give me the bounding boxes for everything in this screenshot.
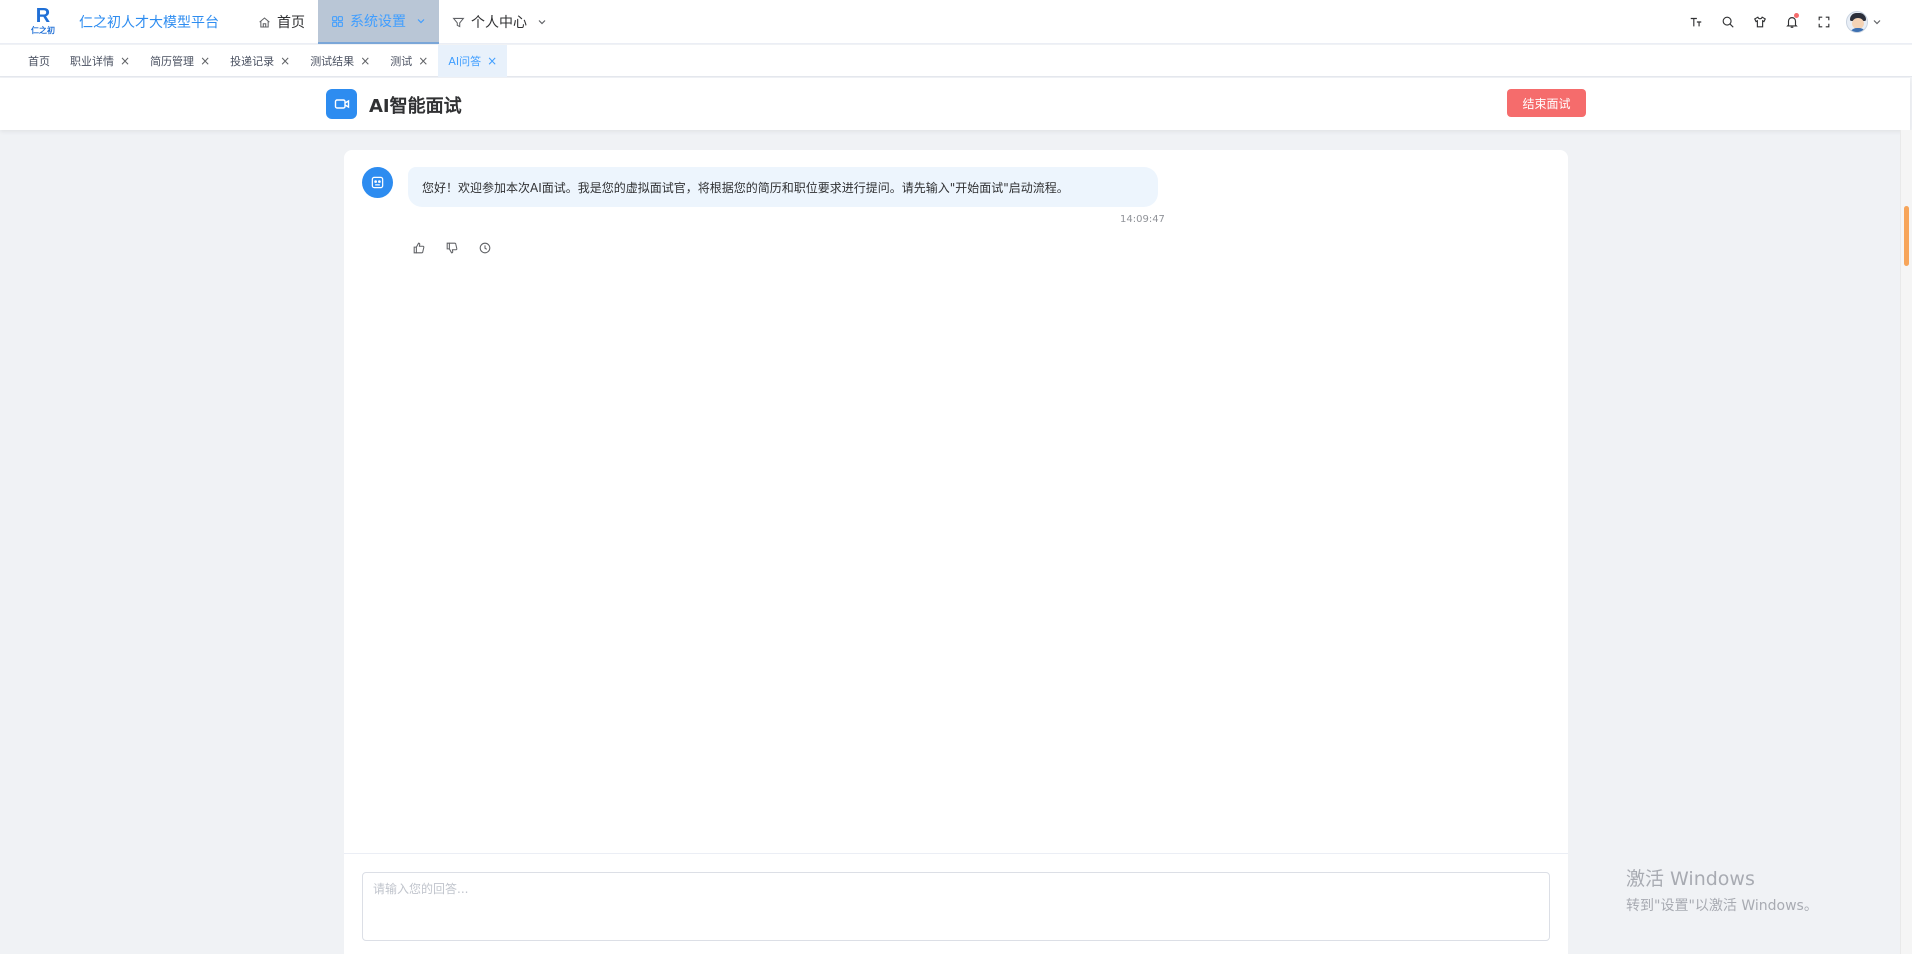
menu-item-label: 首页: [277, 15, 305, 31]
user-avatar[interactable]: [1846, 11, 1868, 33]
tag-resume-management[interactable]: 简历管理 ×: [140, 45, 220, 77]
message-timestamp: 14:09:47: [1120, 214, 1165, 225]
chevron-down-icon: [417, 19, 425, 24]
chevron-down-icon[interactable]: [1872, 17, 1882, 27]
tag-label: 测试: [390, 54, 413, 68]
right-toolbar: [1680, 0, 1882, 44]
tag-test[interactable]: 测试 ×: [380, 45, 438, 77]
tag-label: 首页: [28, 54, 50, 68]
bot-avatar: [362, 167, 393, 198]
page-header: AI智能面试 结束面试: [0, 78, 1910, 130]
menu-item-label: 系统设置: [350, 14, 406, 30]
scrollbar-thumb[interactable]: [1904, 206, 1909, 266]
tag-label: AI问答: [448, 54, 482, 68]
message-actions: [412, 241, 492, 255]
chevron-down-icon: [538, 20, 546, 25]
notification-button[interactable]: [1776, 0, 1808, 44]
tag-label: 职业详情: [70, 54, 114, 68]
thumbs-down-icon[interactable]: [445, 241, 459, 255]
app-title[interactable]: 仁之初人才大模型平台: [79, 12, 219, 32]
theme-shirt-icon: [1754, 16, 1766, 28]
tag-ai-qa[interactable]: AI问答 ×: [438, 44, 508, 77]
tag-label: 测试结果: [310, 54, 355, 68]
fullscreen-button[interactable]: [1808, 0, 1840, 44]
filter-icon: [452, 17, 465, 27]
fullscreen-icon: [1818, 16, 1830, 28]
close-icon[interactable]: ×: [280, 55, 290, 67]
robot-icon: [371, 176, 384, 189]
menu-item-home[interactable]: 首页: [245, 0, 318, 44]
tag-test-results[interactable]: 测试结果 ×: [300, 45, 380, 77]
chat-panel: 您好！欢迎参加本次AI面试。我是您的虚拟面试官，将根据您的简历和职位要求进行提问…: [344, 150, 1568, 954]
home-icon: [259, 16, 270, 27]
end-interview-button[interactable]: 结束面试: [1507, 89, 1586, 117]
input-divider: [344, 853, 1568, 854]
close-icon[interactable]: ×: [418, 55, 428, 67]
menu-item-system-settings[interactable]: 系统设置: [318, 0, 439, 44]
logo-letter: R: [35, 5, 51, 27]
grid-icon: [332, 15, 343, 27]
thumbs-up-icon[interactable]: [412, 241, 426, 255]
theme-button[interactable]: [1744, 0, 1776, 44]
top-menu: 首页 系统设置 个人中心: [245, 0, 560, 44]
font-size-icon: [1690, 17, 1702, 27]
app-logo[interactable]: R 仁之初: [28, 6, 58, 38]
tag-career-detail[interactable]: 职业详情 ×: [60, 45, 140, 77]
bot-message-bubble: 您好！欢迎参加本次AI面试。我是您的虚拟面试官，将根据您的简历和职位要求进行提问…: [408, 167, 1158, 207]
logo-text: 仁之初: [31, 26, 55, 35]
close-icon[interactable]: ×: [487, 55, 497, 67]
tags-view: 首页 职业详情 × 简历管理 × 投递记录 × 测试结果 × 测试 × AI问答…: [0, 44, 1912, 77]
tag-application-records[interactable]: 投递记录 ×: [220, 45, 300, 77]
watermark-subtitle: 转到"设置"以激活 Windows。: [1626, 898, 1818, 914]
close-icon[interactable]: ×: [200, 55, 210, 67]
top-navbar: R 仁之初 仁之初人才大模型平台 首页 系统设置 个人中心: [0, 0, 1912, 44]
search-icon: [1722, 16, 1734, 28]
notification-dot: [1794, 13, 1799, 18]
menu-item-personal-center[interactable]: 个人中心: [439, 0, 560, 44]
avatar-shirt: [1849, 28, 1867, 32]
close-icon[interactable]: ×: [120, 55, 130, 67]
watermark-title: 激活 Windows: [1626, 868, 1755, 890]
search-button[interactable]: [1712, 0, 1744, 44]
windows-activation-watermark: 激活 Windows 转到"设置"以激活 Windows。: [1626, 864, 1818, 915]
tag-label: 投递记录: [230, 54, 275, 68]
video-camera-icon: [326, 89, 357, 119]
page-scrollbar[interactable]: [1900, 130, 1912, 954]
tag-home[interactable]: 首页: [18, 45, 60, 77]
font-size-button[interactable]: [1680, 0, 1712, 44]
answer-input[interactable]: [362, 872, 1550, 941]
clock-icon[interactable]: [478, 241, 492, 255]
menu-item-label: 个人中心: [471, 15, 527, 31]
close-icon[interactable]: ×: [360, 55, 370, 67]
tag-label: 简历管理: [150, 54, 195, 68]
page-title: AI智能面试: [369, 96, 462, 117]
